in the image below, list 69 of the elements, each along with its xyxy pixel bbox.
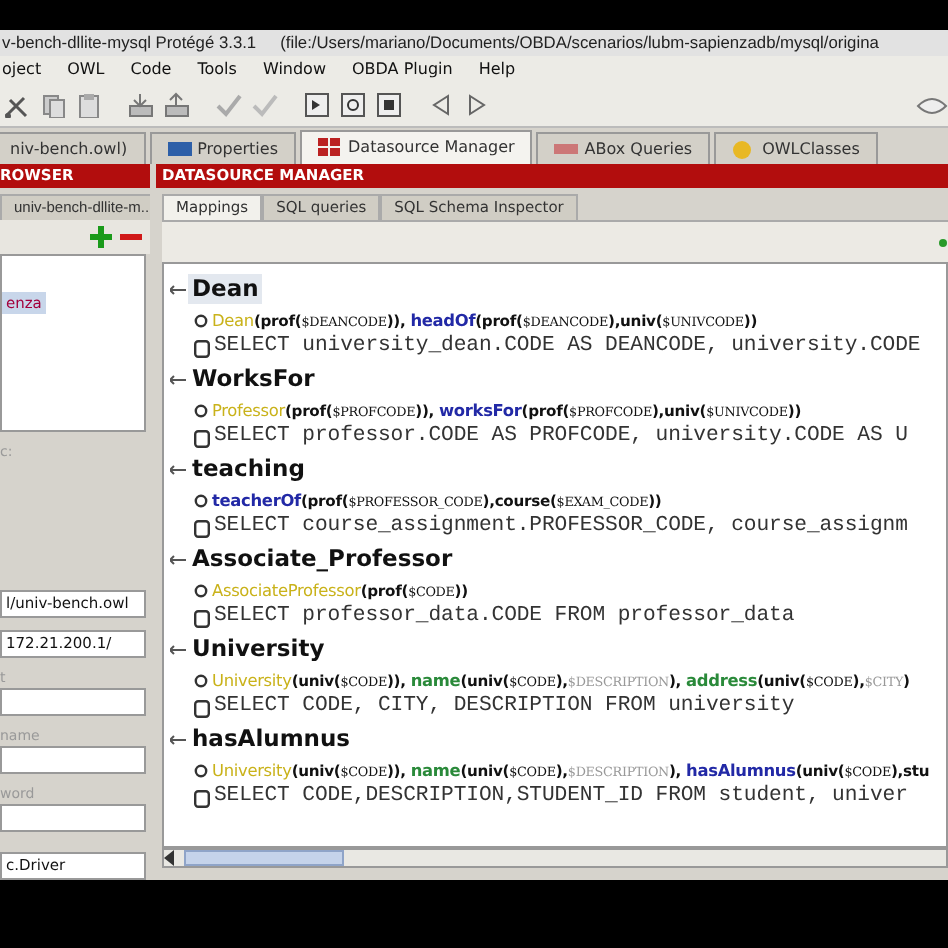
- expand-icon[interactable]: [170, 281, 186, 297]
- mapping-id[interactable]: hasAlumnus: [188, 724, 355, 754]
- forward-arrow-icon[interactable]: [464, 92, 490, 118]
- grid-icon: [318, 138, 342, 158]
- menu-item[interactable]: Window: [260, 56, 328, 84]
- frame-icon[interactable]: [376, 92, 402, 118]
- tab[interactable]: ABox Queries: [536, 132, 711, 164]
- tab[interactable]: Datasource Manager: [300, 130, 533, 164]
- frame-icon[interactable]: [304, 92, 330, 118]
- circle-icon: [194, 403, 208, 417]
- mapping-id[interactable]: University: [188, 634, 329, 664]
- tab[interactable]: Properties: [149, 132, 296, 164]
- copy-icon[interactable]: [40, 92, 66, 118]
- square-icon: [194, 519, 210, 537]
- tab[interactable]: OWLClasses: [714, 132, 878, 164]
- expand-icon[interactable]: [170, 371, 186, 387]
- circle-icon: [194, 763, 208, 777]
- mapping-id[interactable]: WorksFor: [188, 364, 319, 394]
- menu-item[interactable]: OWL: [65, 56, 107, 84]
- window-title: v-bench-dllite-mysql Protégé 3.3.1: [2, 30, 257, 56]
- file-path: (file:/Users/mariano/Documents/OBDA/scenarios/lubm-sapienzadb/mysql/origina: [280, 30, 879, 56]
- menu-item[interactable]: OBDA Plugin: [350, 56, 455, 84]
- scrollbar[interactable]: [162, 848, 948, 868]
- frame-icon[interactable]: [340, 92, 366, 118]
- sql-query: SELECT CODE, CITY, DESCRIPTION FROM university: [214, 692, 795, 723]
- sql-query: SELECT CODE,DESCRIPTION,STUDENT_ID FROM student, univer: [214, 782, 908, 813]
- menu-item[interactable]: Tools: [195, 56, 239, 84]
- expand-icon[interactable]: [170, 551, 186, 567]
- menu-item[interactable]: oject: [0, 56, 44, 84]
- expand-icon[interactable]: [170, 731, 186, 747]
- square-icon: [194, 339, 210, 357]
- sql-query: SELECT professor_data.CODE FROM professor_data: [214, 602, 795, 633]
- square-icon: [194, 429, 210, 447]
- eye-icon[interactable]: [916, 95, 948, 115]
- sql-query: SELECT professor.CODE AS PROFCODE, university.CODE AS U: [214, 422, 908, 453]
- rectangle-icon: [167, 139, 192, 159]
- square-icon: [194, 609, 210, 627]
- circle-icon: [732, 139, 757, 159]
- input-field[interactable]: [0, 688, 146, 716]
- dot-icon[interactable]: [938, 237, 948, 247]
- export-icon[interactable]: [164, 92, 190, 118]
- square-icon: [194, 789, 210, 807]
- menu-item[interactable]: Help: [476, 56, 518, 84]
- sql-query: SELECT university_dean.CODE AS DEANCODE, university.CODE: [214, 332, 921, 363]
- input-field[interactable]: [0, 804, 146, 832]
- circle-icon: [194, 583, 208, 597]
- scissors-icon[interactable]: [4, 92, 30, 118]
- sql-query: SELECT course_assignment.PROFESSOR_CODE, course_assignm: [214, 512, 908, 543]
- scrollbar-thumb[interactable]: [184, 850, 344, 866]
- input-field[interactable]: [0, 746, 146, 774]
- tab[interactable]: niv-bench.owl): [0, 132, 146, 164]
- expand-icon[interactable]: [170, 641, 186, 657]
- back-arrow-icon[interactable]: [428, 92, 454, 118]
- expand-icon[interactable]: [170, 461, 186, 477]
- add-icon[interactable]: [90, 225, 112, 248]
- square-icon: [194, 699, 210, 717]
- check-icon[interactable]: [216, 92, 242, 118]
- menu-item[interactable]: Code: [128, 56, 174, 84]
- mapping-id[interactable]: Dean: [188, 274, 263, 304]
- circle-icon: [194, 493, 208, 507]
- mapping-id[interactable]: teaching: [188, 454, 309, 484]
- paste-icon[interactable]: [76, 92, 102, 118]
- rectangle-icon: [554, 139, 579, 159]
- import-icon[interactable]: [128, 92, 154, 118]
- mapping-id[interactable]: Associate_Professor: [188, 544, 457, 574]
- circle-icon: [194, 673, 208, 687]
- left-arrow-icon[interactable]: [164, 850, 176, 866]
- check-icon[interactable]: [252, 92, 278, 118]
- circle-icon: [194, 313, 208, 327]
